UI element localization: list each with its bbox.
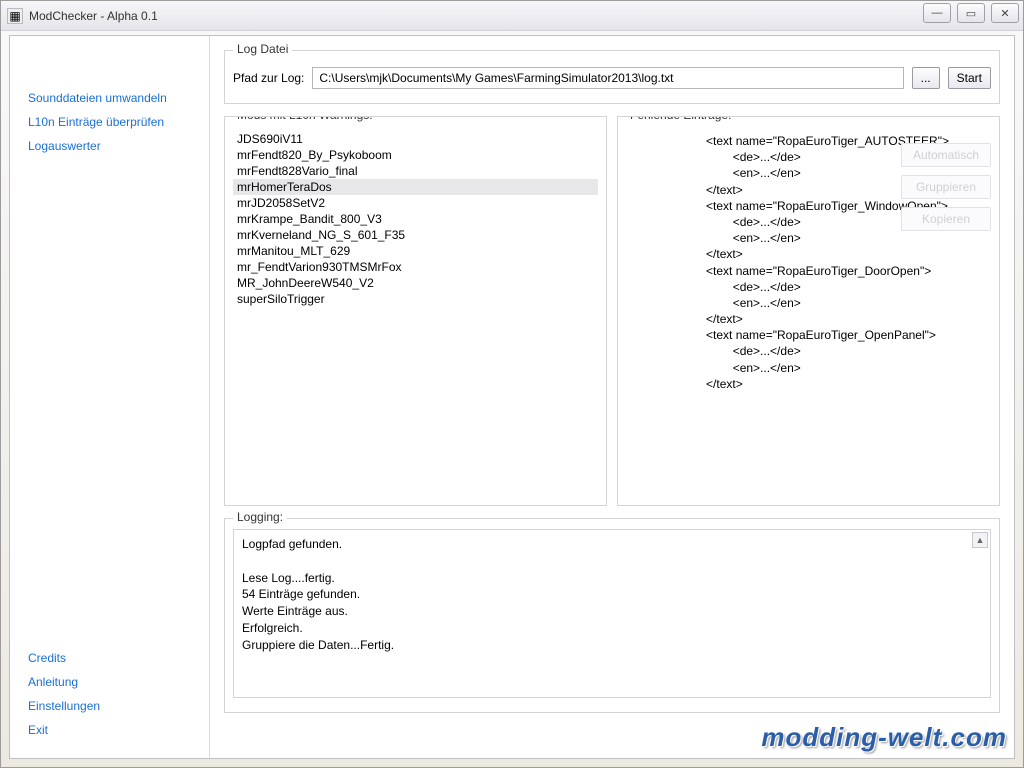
logging-title: Logging:: [233, 510, 287, 524]
browse-button[interactable]: ...: [912, 67, 940, 89]
mods-panel-title: Mods mit L10n Warnings:: [233, 116, 377, 122]
group-button[interactable]: Gruppieren: [901, 175, 991, 199]
list-item[interactable]: JDS690iV11: [233, 131, 598, 147]
sidebar-top: Sounddateien umwandeln L10n Einträge übe…: [10, 86, 209, 158]
sidebar-bottom: Credits Anleitung Einstellungen Exit: [10, 646, 209, 742]
sidebar-item-credits[interactable]: Credits: [10, 646, 209, 670]
copy-button[interactable]: Kopieren: [901, 207, 991, 231]
maximize-button[interactable]: ▭: [957, 3, 985, 23]
missing-panel-actions: Automatisch Gruppieren Kopieren: [901, 143, 991, 231]
list-item[interactable]: mrFendt828Vario_final: [233, 163, 598, 179]
list-item[interactable]: mrKrampe_Bandit_800_V3: [233, 211, 598, 227]
logdatei-title: Log Datei: [233, 42, 292, 56]
log-path-input[interactable]: [312, 67, 903, 89]
mid-row: Mods mit L10n Warnings: JDS690iV11mrFend…: [224, 116, 1000, 506]
log-path-row: Pfad zur Log: ... Start: [233, 67, 991, 89]
list-item[interactable]: mrJD2058SetV2: [233, 195, 598, 211]
sidebar-item-l10n[interactable]: L10n Einträge überprüfen: [10, 110, 209, 134]
list-item[interactable]: mrHomerTeraDos: [233, 179, 598, 195]
list-item[interactable]: superSiloTrigger: [233, 291, 598, 307]
close-button[interactable]: ✕: [991, 3, 1019, 23]
minimize-button[interactable]: —: [923, 3, 951, 23]
window-controls: — ▭ ✕: [923, 3, 1019, 23]
sidebar-item-exit[interactable]: Exit: [10, 718, 209, 742]
app-window: ▦ ModChecker - Alpha 0.1 — ▭ ✕ Sounddate…: [0, 0, 1024, 768]
sidebar-item-einstellungen[interactable]: Einstellungen: [10, 694, 209, 718]
client-area: Sounddateien umwandeln L10n Einträge übe…: [9, 35, 1015, 759]
logging-text: Logpfad gefunden. Lese Log....fertig. 54…: [242, 536, 982, 654]
auto-button[interactable]: Automatisch: [901, 143, 991, 167]
list-item[interactable]: mrKverneland_NG_S_601_F35: [233, 227, 598, 243]
sidebar-item-anleitung[interactable]: Anleitung: [10, 670, 209, 694]
list-item[interactable]: mr_FendtVarion930TMSMrFox: [233, 259, 598, 275]
window-title: ModChecker - Alpha 0.1: [29, 9, 158, 23]
main-panel: Log Datei Pfad zur Log: ... Start Mods m…: [210, 36, 1014, 758]
scroll-up-icon[interactable]: ▲: [972, 532, 988, 548]
mods-panel: Mods mit L10n Warnings: JDS690iV11mrFend…: [224, 116, 607, 506]
list-item[interactable]: MR_JohnDeereW540_V2: [233, 275, 598, 291]
logdatei-group: Log Datei Pfad zur Log: ... Start: [224, 50, 1000, 104]
app-icon: ▦: [7, 8, 23, 24]
sidebar-item-sound[interactable]: Sounddateien umwandeln: [10, 86, 209, 110]
log-path-label: Pfad zur Log:: [233, 71, 304, 85]
list-item[interactable]: mrFendt820_By_Psykoboom: [233, 147, 598, 163]
list-item[interactable]: mrManitou_MLT_629: [233, 243, 598, 259]
sidebar-item-logeval[interactable]: Logauswerter: [10, 134, 209, 158]
sidebar: Sounddateien umwandeln L10n Einträge übe…: [10, 36, 210, 758]
titlebar[interactable]: ▦ ModChecker - Alpha 0.1 — ▭ ✕: [1, 1, 1023, 31]
missing-panel: Fehlende Einträge: Automatisch Gruppiere…: [617, 116, 1000, 506]
missing-panel-title: Fehlende Einträge:: [626, 116, 735, 122]
logging-output[interactable]: ▲ Logpfad gefunden. Lese Log....fertig. …: [233, 529, 991, 698]
mods-list[interactable]: JDS690iV11mrFendt820_By_PsykoboommrFendt…: [233, 131, 598, 307]
start-button[interactable]: Start: [948, 67, 991, 89]
logging-group: Logging: ▲ Logpfad gefunden. Lese Log...…: [224, 518, 1000, 713]
